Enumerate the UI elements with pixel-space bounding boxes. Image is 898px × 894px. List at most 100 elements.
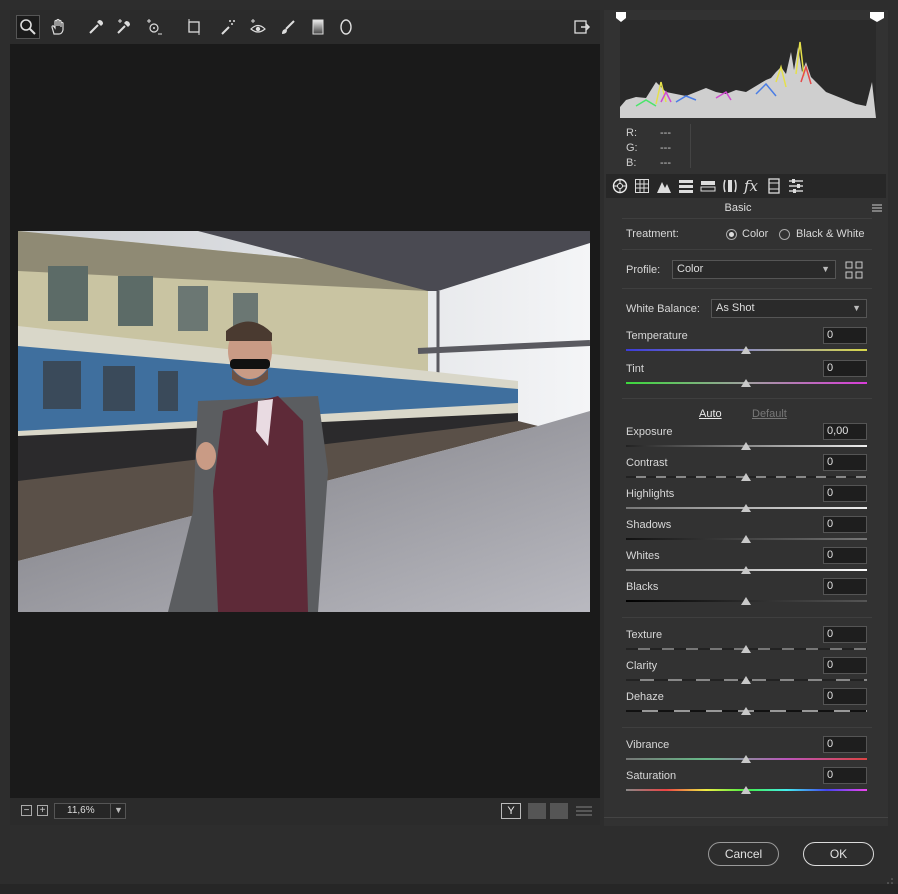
contrast-value-input[interactable]: 0 bbox=[823, 454, 867, 471]
clarity-value-input[interactable]: 0 bbox=[823, 657, 867, 674]
status-bar: − + 11,6% ▼ Y bbox=[10, 798, 600, 825]
vibrance-slider-thumb[interactable] bbox=[741, 755, 751, 763]
copy-settings-icon[interactable] bbox=[550, 803, 568, 819]
slider-label-blacks: Blacks bbox=[626, 581, 659, 593]
toolbar bbox=[10, 10, 600, 44]
profile-select[interactable]: Color ▼ bbox=[672, 260, 836, 279]
slider-label-texture: Texture bbox=[626, 629, 663, 641]
white-balance-select[interactable]: As Shot ▼ bbox=[711, 299, 867, 318]
treatment-bw-label[interactable]: Black & White bbox=[796, 228, 864, 240]
white-balance-tool-icon[interactable] bbox=[84, 15, 108, 39]
shadows-slider-thumb[interactable] bbox=[741, 535, 751, 543]
spot-removal-tool-icon[interactable] bbox=[216, 15, 240, 39]
dehaze-slider-thumb[interactable] bbox=[741, 707, 751, 715]
temperature-slider-thumb[interactable] bbox=[741, 346, 751, 354]
chevron-down-icon: ▼ bbox=[852, 303, 861, 313]
highlights-value-input[interactable]: 0 bbox=[823, 485, 867, 502]
default-link[interactable]: Default bbox=[752, 408, 787, 420]
divider bbox=[604, 817, 888, 818]
divider bbox=[622, 218, 872, 219]
r-label: R: bbox=[626, 127, 637, 139]
calibration-tab-icon[interactable] bbox=[766, 178, 782, 194]
shadows-value-input[interactable]: 0 bbox=[823, 516, 867, 533]
open-preferences-icon[interactable] bbox=[570, 15, 594, 39]
vibrance-value-input[interactable]: 0 bbox=[823, 736, 867, 753]
divider bbox=[622, 288, 872, 289]
highlights-slider-thumb[interactable] bbox=[741, 504, 751, 512]
adjustment-brush-icon[interactable] bbox=[276, 15, 300, 39]
slider-label-tint: Tint bbox=[626, 363, 644, 375]
treatment-color-radio[interactable] bbox=[726, 229, 737, 240]
tint-value-input[interactable]: 0 bbox=[823, 360, 867, 377]
radial-filter-icon[interactable] bbox=[334, 15, 358, 39]
treatment-bw-radio[interactable] bbox=[779, 229, 790, 240]
whites-slider-thumb[interactable] bbox=[741, 566, 751, 574]
slider-label-saturation: Saturation bbox=[626, 770, 677, 782]
histogram bbox=[616, 12, 886, 122]
auto-link[interactable]: Auto bbox=[699, 408, 722, 420]
temperature-value-input[interactable]: 0 bbox=[823, 327, 867, 344]
ok-button[interactable]: OK bbox=[803, 842, 874, 866]
preview-image bbox=[18, 231, 590, 612]
saturation-value-input[interactable]: 0 bbox=[823, 767, 867, 784]
divider bbox=[622, 398, 872, 399]
panel-menu-icon[interactable] bbox=[872, 203, 882, 215]
detail-tab-icon[interactable] bbox=[656, 178, 672, 194]
slider-label-shadows: Shadows bbox=[626, 519, 672, 531]
lens-corrections-tab-icon[interactable] bbox=[722, 178, 738, 194]
texture-value-input[interactable]: 0 bbox=[823, 626, 867, 643]
slider-label-clarity: Clarity bbox=[626, 660, 658, 672]
effects-tab-icon[interactable]: fx bbox=[744, 178, 760, 194]
zoom-out-button[interactable]: − bbox=[21, 805, 32, 816]
tint-slider-thumb[interactable] bbox=[741, 379, 751, 387]
hsl-tab-icon[interactable] bbox=[678, 178, 694, 194]
basic-tab-icon[interactable] bbox=[612, 178, 628, 194]
panel-tabs: fx bbox=[606, 174, 886, 198]
color-sampler-tool-icon[interactable] bbox=[112, 15, 136, 39]
chevron-down-icon[interactable]: ▼ bbox=[110, 803, 126, 819]
zoom-in-button[interactable]: + bbox=[37, 805, 48, 816]
targeted-adjustment-tool-icon[interactable] bbox=[142, 15, 166, 39]
swap-settings-icon[interactable] bbox=[528, 803, 546, 819]
zoom-level-value: 11,6% bbox=[67, 805, 95, 816]
divider bbox=[622, 249, 872, 250]
white-balance-value: As Shot bbox=[716, 302, 755, 314]
exposure-slider-thumb[interactable] bbox=[741, 442, 751, 450]
saturation-slider-thumb[interactable] bbox=[741, 786, 751, 794]
white-balance-label: White Balance: bbox=[626, 303, 700, 315]
resize-grip-icon[interactable] bbox=[886, 876, 894, 884]
clarity-slider-thumb[interactable] bbox=[741, 676, 751, 684]
profile-label: Profile: bbox=[626, 264, 661, 276]
blacks-value-input[interactable]: 0 bbox=[823, 578, 867, 595]
treatment-label: Treatment: bbox=[626, 228, 679, 240]
panel-title: Basic bbox=[724, 202, 752, 214]
slider-label-vibrance: Vibrance bbox=[626, 739, 670, 751]
contrast-slider-thumb[interactable] bbox=[741, 473, 751, 481]
slider-label-contrast: Contrast bbox=[626, 457, 668, 469]
dehaze-value-input[interactable]: 0 bbox=[823, 688, 867, 705]
tone-curve-tab-icon[interactable] bbox=[634, 178, 650, 194]
exposure-value-input[interactable]: 0,00 bbox=[823, 423, 867, 440]
graduated-filter-icon[interactable] bbox=[306, 15, 330, 39]
crop-tool-icon[interactable] bbox=[182, 15, 206, 39]
treatment-color-label[interactable]: Color bbox=[742, 228, 768, 240]
b-value: --- bbox=[660, 157, 671, 169]
zoom-tool-icon[interactable] bbox=[16, 15, 40, 39]
red-eye-tool-icon[interactable] bbox=[246, 15, 270, 39]
blacks-slider-thumb[interactable] bbox=[741, 597, 751, 605]
split-toning-tab-icon[interactable] bbox=[700, 178, 716, 194]
toggle-settings-icon[interactable] bbox=[574, 803, 594, 819]
profile-browser-icon[interactable] bbox=[845, 261, 863, 279]
before-after-view-icon[interactable]: Y bbox=[501, 803, 521, 819]
slider-label-highlights: Highlights bbox=[626, 488, 675, 500]
slider-label-exposure: Exposure bbox=[626, 426, 673, 438]
whites-value-input[interactable]: 0 bbox=[823, 547, 867, 564]
chevron-down-icon: ▼ bbox=[821, 264, 830, 274]
rgb-readout: R: --- G: --- B: --- bbox=[626, 127, 694, 172]
presets-tab-icon[interactable] bbox=[788, 178, 804, 194]
texture-slider-thumb[interactable] bbox=[741, 645, 751, 653]
cancel-button[interactable]: Cancel bbox=[708, 842, 779, 866]
r-value: --- bbox=[660, 127, 671, 139]
hand-tool-icon[interactable] bbox=[46, 15, 70, 39]
g-value: --- bbox=[660, 142, 671, 154]
